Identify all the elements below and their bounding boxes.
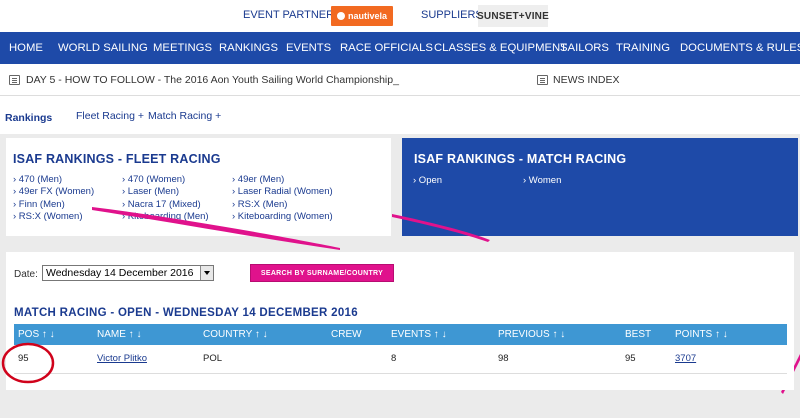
results-title: MATCH RACING - OPEN - WEDNESDAY 14 DECEM…	[14, 307, 358, 319]
results-table-header: POS ↑ ↓ NAME ↑ ↓ COUNTRY ↑ ↓ CREW EVENTS…	[14, 324, 787, 345]
table-row: 95 Victor Plitko POL 8 98 95 3707	[14, 345, 787, 374]
suppliers-label: SUPPLIERS	[421, 9, 483, 21]
results-panel: Date: Wednesday 14 December 2016 SEARCH …	[6, 252, 794, 390]
rankings-subnav: Rankings Fleet Racing + Match Racing +	[0, 98, 800, 134]
ticker-headline[interactable]: DAY 5 - HOW TO FOLLOW - The 2016 Aon You…	[26, 74, 399, 86]
column-country[interactable]: COUNTRY ↑ ↓	[203, 329, 268, 340]
nav-rankings[interactable]: RANKINGS	[219, 42, 278, 54]
match-racing-title: ISAF RANKINGS - MATCH RACING	[414, 152, 627, 166]
class-link[interactable]: › Kiteboarding (Women)	[232, 211, 333, 222]
date-label: Date:	[14, 269, 38, 280]
nav-classes-equipment[interactable]: CLASSES & EQUIPMENT	[434, 42, 567, 54]
rankings-title: Rankings	[5, 112, 53, 124]
event-partners-label: EVENT PARTNERS	[243, 9, 342, 21]
class-link[interactable]: › 470 (Men)	[13, 174, 62, 185]
column-pos[interactable]: POS ↑ ↓	[18, 329, 55, 340]
cell-country: POL	[203, 353, 223, 364]
nav-sailors[interactable]: SAILORS	[560, 42, 609, 54]
search-by-surname-country-button[interactable]: SEARCH BY SURNAME/COUNTRY	[250, 264, 394, 282]
nav-training[interactable]: TRAINING	[616, 42, 670, 54]
main-nav: HOME WORLD SAILING MEETINGS RANKINGS EVE…	[0, 32, 800, 64]
date-select[interactable]: Wednesday 14 December 2016	[42, 265, 214, 281]
class-link[interactable]: › 470 (Women)	[122, 174, 185, 185]
class-link[interactable]: › Laser (Men)	[122, 186, 179, 197]
nav-events[interactable]: EVENTS	[286, 42, 331, 54]
news-index-link[interactable]: NEWS INDEX	[553, 74, 620, 86]
match-racing-card: ISAF RANKINGS - MATCH RACING › Open › Wo…	[402, 138, 798, 236]
nav-world-sailing[interactable]: WORLD SAILING	[58, 42, 148, 54]
news-ticker: DAY 5 - HOW TO FOLLOW - The 2016 Aon You…	[0, 64, 800, 96]
news-icon	[9, 75, 20, 85]
nav-documents-rules[interactable]: DOCUMENTS & RULES	[680, 42, 800, 54]
fleet-racing-title: ISAF RANKINGS - FLEET RACING	[13, 152, 221, 166]
cell-pos: 95	[18, 353, 29, 364]
partners-bar: EVENT PARTNERS nautivela SUPPLIERS SUNSE…	[0, 0, 800, 32]
column-previous[interactable]: PREVIOUS ↑ ↓	[498, 329, 565, 340]
cell-best: 95	[625, 353, 636, 364]
chevron-down-icon[interactable]	[200, 266, 213, 280]
column-name[interactable]: NAME ↑ ↓	[97, 329, 141, 340]
date-select-value: Wednesday 14 December 2016	[46, 267, 194, 279]
nav-meetings[interactable]: MEETINGS	[153, 42, 212, 54]
column-best: BEST	[625, 329, 652, 340]
class-link[interactable]: › RS:X (Men)	[232, 199, 287, 210]
sunset-vine-logo[interactable]: SUNSET+VINE	[477, 5, 549, 27]
match-class-open[interactable]: › Open	[413, 175, 442, 186]
nav-race-officials[interactable]: RACE OFFICIALS	[340, 42, 433, 54]
class-link[interactable]: › RS:X (Women)	[13, 211, 83, 222]
fleet-racing-link[interactable]: Fleet Racing +	[76, 110, 144, 122]
match-racing-link[interactable]: Match Racing +	[148, 110, 221, 122]
nautivela-logo[interactable]: nautivela	[331, 6, 393, 26]
nautivela-logo-icon	[336, 12, 345, 20]
column-events[interactable]: EVENTS ↑ ↓	[391, 329, 447, 340]
class-link[interactable]: › 49er FX (Women)	[13, 186, 94, 197]
news-index-icon	[537, 75, 548, 85]
class-link[interactable]: › Finn (Men)	[13, 199, 65, 210]
cell-events: 8	[391, 353, 397, 364]
cell-points-link[interactable]: 3707	[675, 353, 696, 364]
class-link[interactable]: › Kiteboarding (Men)	[122, 211, 209, 222]
cell-previous: 98	[498, 353, 509, 364]
match-class-women[interactable]: › Women	[523, 175, 561, 186]
cell-name-link[interactable]: Victor Plitko	[97, 353, 147, 364]
class-link[interactable]: › Laser Radial (Women)	[232, 186, 333, 197]
column-points[interactable]: POINTS ↑ ↓	[675, 329, 728, 340]
column-crew: CREW	[331, 329, 362, 340]
nav-home[interactable]: HOME	[9, 42, 43, 54]
fleet-racing-card: ISAF RANKINGS - FLEET RACING › 470 (Men)…	[6, 138, 391, 236]
class-link[interactable]: › 49er (Men)	[232, 174, 284, 185]
class-link[interactable]: › Nacra 17 (Mixed)	[122, 199, 201, 210]
